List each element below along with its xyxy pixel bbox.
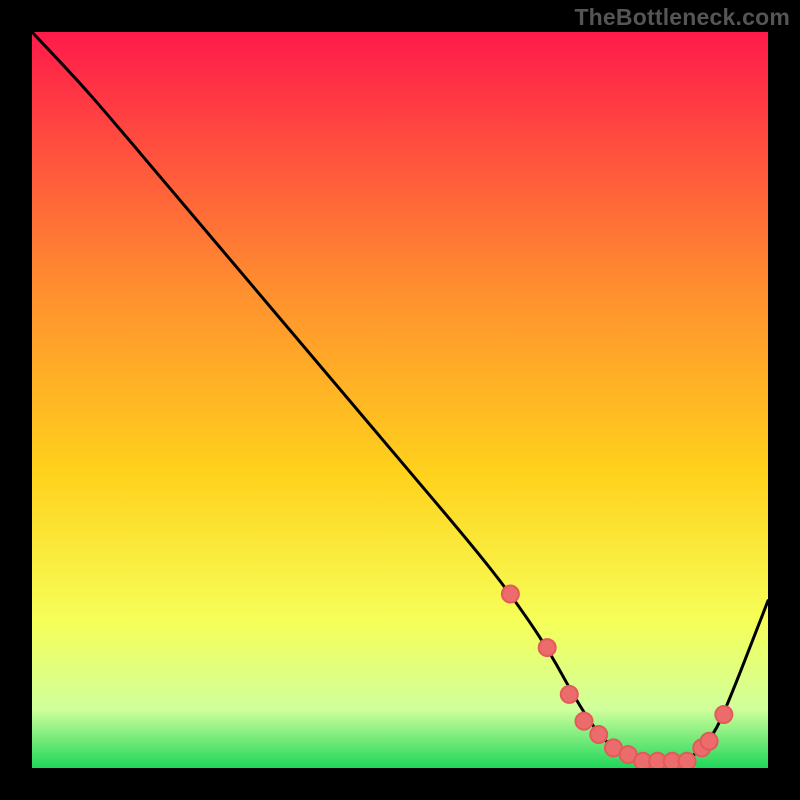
curve-layer bbox=[32, 32, 768, 768]
watermark-text: TheBottleneck.com bbox=[574, 6, 790, 29]
chart-stage: TheBottleneck.com bbox=[0, 0, 800, 800]
curve-marker bbox=[539, 639, 556, 656]
curve-marker bbox=[701, 733, 718, 750]
curve-marker bbox=[679, 753, 696, 768]
bottleneck-curve bbox=[32, 32, 768, 761]
curve-marker bbox=[715, 706, 732, 723]
curve-marker bbox=[590, 726, 607, 743]
plot-area bbox=[32, 32, 768, 768]
curve-marker bbox=[502, 586, 519, 603]
curve-marker bbox=[561, 686, 578, 703]
curve-marker bbox=[576, 713, 593, 730]
curve-markers bbox=[502, 586, 732, 768]
